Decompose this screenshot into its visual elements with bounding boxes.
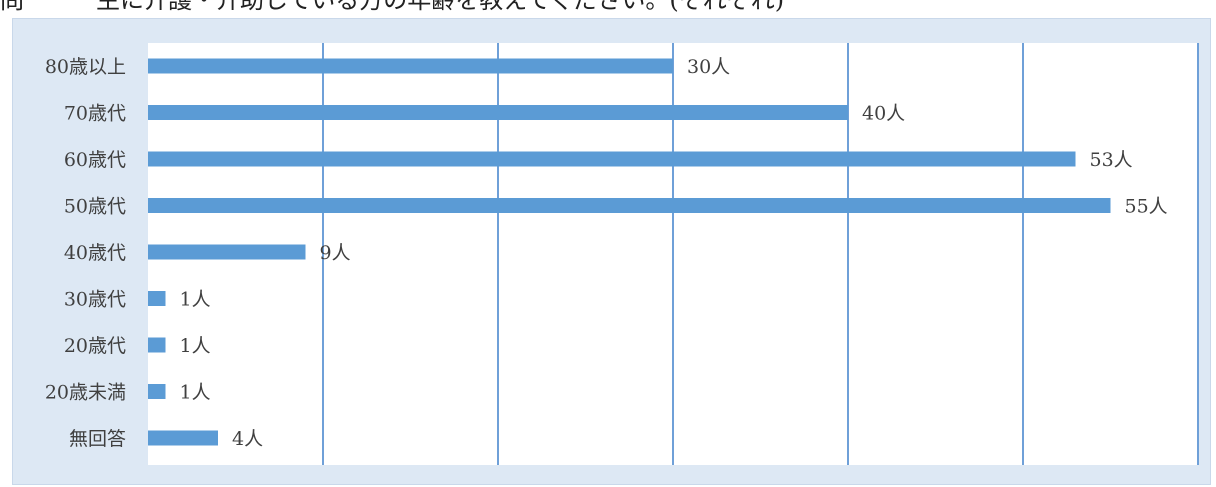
category-label: 40歳代 [64, 242, 126, 264]
category-label: 30歳代 [64, 289, 126, 311]
bar [148, 337, 166, 353]
data-label: 53人 [1090, 149, 1133, 171]
data-label: 55人 [1125, 196, 1168, 218]
category-label: 60歳代 [64, 149, 126, 171]
category-label: 80歳以上 [45, 56, 126, 78]
data-label: 4人 [232, 428, 263, 450]
bar [148, 151, 1076, 167]
data-label: 1人 [180, 335, 211, 357]
bar [148, 291, 166, 306]
bar [148, 244, 306, 260]
data-label: 40人 [862, 103, 905, 125]
category-label: 20歳代 [64, 335, 126, 357]
bar [148, 198, 1111, 213]
category-label: 無回答 [69, 428, 126, 450]
bar [148, 384, 166, 399]
bar [148, 430, 218, 446]
bar [148, 58, 673, 74]
bar-chart: 80歳以上 30人 70歳代 40人 60歳代 53人 50歳代 55人 40歳代 9人 30歳代 1… [45, 43, 1199, 465]
category-label: 50歳代 [64, 196, 126, 218]
bar [148, 105, 848, 120]
data-label: 1人 [180, 289, 211, 311]
data-label: 30人 [687, 56, 730, 78]
data-label: 1人 [180, 382, 211, 404]
data-label: 9人 [320, 242, 351, 264]
page: 問 主に介護・介助している方の年齢を教えてください。(それぞれ) 80歳以上30… [0, 0, 1216, 487]
category-label: 20歳未満 [45, 382, 126, 404]
category-label: 70歳代 [64, 103, 126, 125]
